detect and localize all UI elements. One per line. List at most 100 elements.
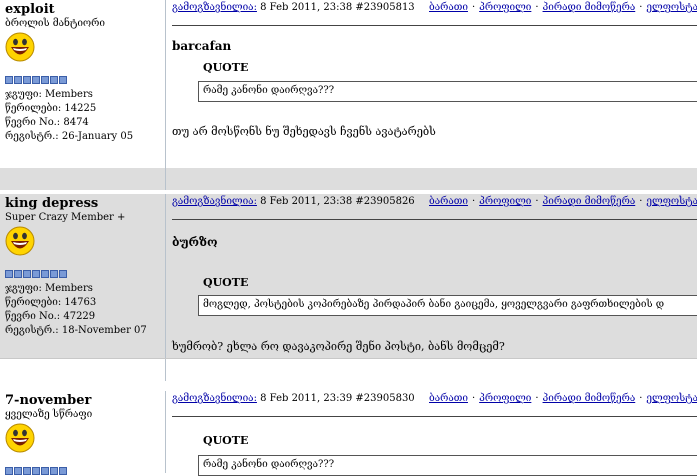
post-user-title: ყველაზე სწრაფი [5, 409, 93, 420]
post-content: გამოგზავნილია: 8 Feb 2011, 23:39 #239058… [170, 391, 697, 476]
post-id-link[interactable]: #23905813 [355, 2, 414, 13]
email-link[interactable]: ელფოსტა [646, 196, 697, 207]
registered-date: 26-January 05 [61, 131, 134, 142]
link-separator: · [639, 393, 643, 404]
link-separator: · [471, 2, 476, 13]
posted-label: გამოგზავნილია: [172, 196, 257, 207]
post-author-panel: 7-november ყველაზე სწრაფი [0, 391, 166, 476]
post-username[interactable]: king depress [5, 196, 98, 211]
posts-count: 14763 [64, 297, 97, 308]
group-value: Members [45, 89, 93, 100]
private-message-link[interactable]: პირადი მიმოწერა [543, 393, 636, 404]
post-content: გამოგზავნილია: 8 Feb 2011, 23:38 #239058… [170, 194, 697, 358]
private-message-link[interactable]: პირადი მიმოწერა [543, 2, 636, 13]
post-header: გამოგზავნილია: 8 Feb 2011, 23:38 #239058… [172, 2, 697, 13]
post-header: გამოგზავნილია: 8 Feb 2011, 23:38 #239058… [172, 196, 697, 207]
post-body: თუ არ მოსწონს ნუ შეხედავს ჩვენს ავატარებ… [172, 125, 436, 138]
email-link[interactable]: ელფოსტა [646, 2, 697, 13]
registered-label: რეგისტრ.: [5, 325, 59, 336]
group-label: ჯგუფი: [5, 89, 42, 100]
post-author-panel: king depress Super Crazy Member + ჯგუფი:… [0, 194, 166, 358]
post-user-title: Super Crazy Member + [5, 212, 126, 223]
rank-pip-icon [32, 467, 40, 475]
user-stats: ჯგუფი: Members წერილები: 14225 წევრი No.… [5, 88, 133, 144]
post-author-panel: exploit ბროლის მანტიორი ჯგუფი: Members წ… [0, 0, 166, 168]
smiley-face-icon [5, 226, 35, 256]
email-link[interactable]: ელფოსტა [646, 393, 697, 404]
smiley-face-icon [5, 32, 35, 62]
registered-label: რეგისტრ.: [5, 131, 59, 142]
profile-link[interactable]: პროფილი [479, 2, 531, 13]
post-title: ბურზო [172, 235, 218, 249]
quote-box: რამე კანონი დაირღვა??? [198, 81, 697, 102]
rank-pip-icon [59, 76, 67, 84]
rank-pip-icon [23, 270, 31, 278]
rank-pip-icon [14, 270, 22, 278]
registered-date: 18-November 07 [61, 325, 147, 336]
post-footer-left [0, 168, 166, 190]
header-divider [172, 219, 697, 220]
rank-pip-icon [50, 270, 58, 278]
rank-pip-icon [5, 467, 13, 475]
rank-pip-icon [23, 76, 31, 84]
smiley-face-icon [5, 423, 35, 453]
link-separator: · [639, 2, 643, 13]
quote-label: QUOTE [203, 61, 249, 74]
post-username[interactable]: 7-november [5, 393, 91, 408]
post-date: 8 Feb 2011, 23:38 [260, 2, 353, 13]
rank-pip-icon [41, 76, 49, 84]
post-date: 8 Feb 2011, 23:39 [260, 393, 353, 404]
rank-pip-icon [23, 467, 31, 475]
posts-label: წერილები: [5, 297, 62, 308]
post-2: king depress Super Crazy Member + ჯგუფი:… [0, 194, 697, 358]
post-username[interactable]: exploit [5, 2, 55, 17]
rank-pip-icon [41, 467, 49, 475]
post-3: 7-november ყველაზე სწრაფი გამოგზავნილია:… [0, 391, 697, 476]
rank-pip-icon [59, 467, 67, 475]
posted-label: გამოგზავნილია: [172, 393, 257, 404]
card-link[interactable]: ბარათი [429, 196, 468, 207]
rank-pip-icon [32, 76, 40, 84]
rank-pip-icon [5, 270, 13, 278]
private-message-link[interactable]: პირადი მიმოწერა [543, 196, 636, 207]
post-title: barcafan [172, 39, 232, 53]
rank-pip-icon [41, 270, 49, 278]
posts-count: 14225 [64, 103, 97, 114]
rank-pips [5, 76, 67, 85]
posts-label: წერილები: [5, 103, 62, 114]
rank-pip-icon [14, 467, 22, 475]
group-value: Members [45, 283, 93, 294]
post-user-title: ბროლის მანტიორი [5, 18, 105, 29]
quote-label: QUOTE [203, 276, 249, 289]
rank-pip-icon [32, 270, 40, 278]
link-separator: · [639, 196, 643, 207]
rank-pips [5, 467, 67, 476]
post-footer [0, 358, 697, 381]
rank-pip-icon [14, 76, 22, 84]
post-header: გამოგზავნილია: 8 Feb 2011, 23:39 #239058… [172, 393, 697, 404]
post-id-link[interactable]: #23905830 [355, 393, 414, 404]
profile-link[interactable]: პროფილი [479, 196, 531, 207]
rank-pip-icon [59, 270, 67, 278]
member-no-label: წევრი No.: [5, 311, 61, 322]
group-label: ჯგუფი: [5, 283, 42, 294]
posted-label: გამოგზავნილია: [172, 2, 257, 13]
member-no: 47229 [63, 311, 96, 322]
post-id-link[interactable]: #23905826 [355, 196, 414, 207]
link-separator: · [535, 2, 539, 13]
header-divider [172, 25, 697, 26]
header-divider [172, 416, 697, 417]
member-no: 8474 [63, 117, 89, 128]
rank-pip-icon [5, 76, 13, 84]
link-separator: · [471, 393, 476, 404]
card-link[interactable]: ბარათი [429, 2, 468, 13]
quote-label: QUOTE [203, 434, 249, 447]
post-body: ხუმრობ? ეხლა რო დავაკოპირე შენი პოსტი, ბ… [172, 340, 505, 353]
member-no-label: წევრი No.: [5, 117, 61, 128]
card-link[interactable]: ბარათი [429, 393, 468, 404]
post-footer [0, 168, 697, 190]
link-separator: · [535, 393, 539, 404]
post-1: exploit ბროლის მანტიორი ჯგუფი: Members წ… [0, 0, 697, 168]
quote-box: მოგლედ, პოსტების კოპირებაზე პირდაპირ ბან… [198, 295, 697, 316]
profile-link[interactable]: პროფილი [479, 393, 531, 404]
